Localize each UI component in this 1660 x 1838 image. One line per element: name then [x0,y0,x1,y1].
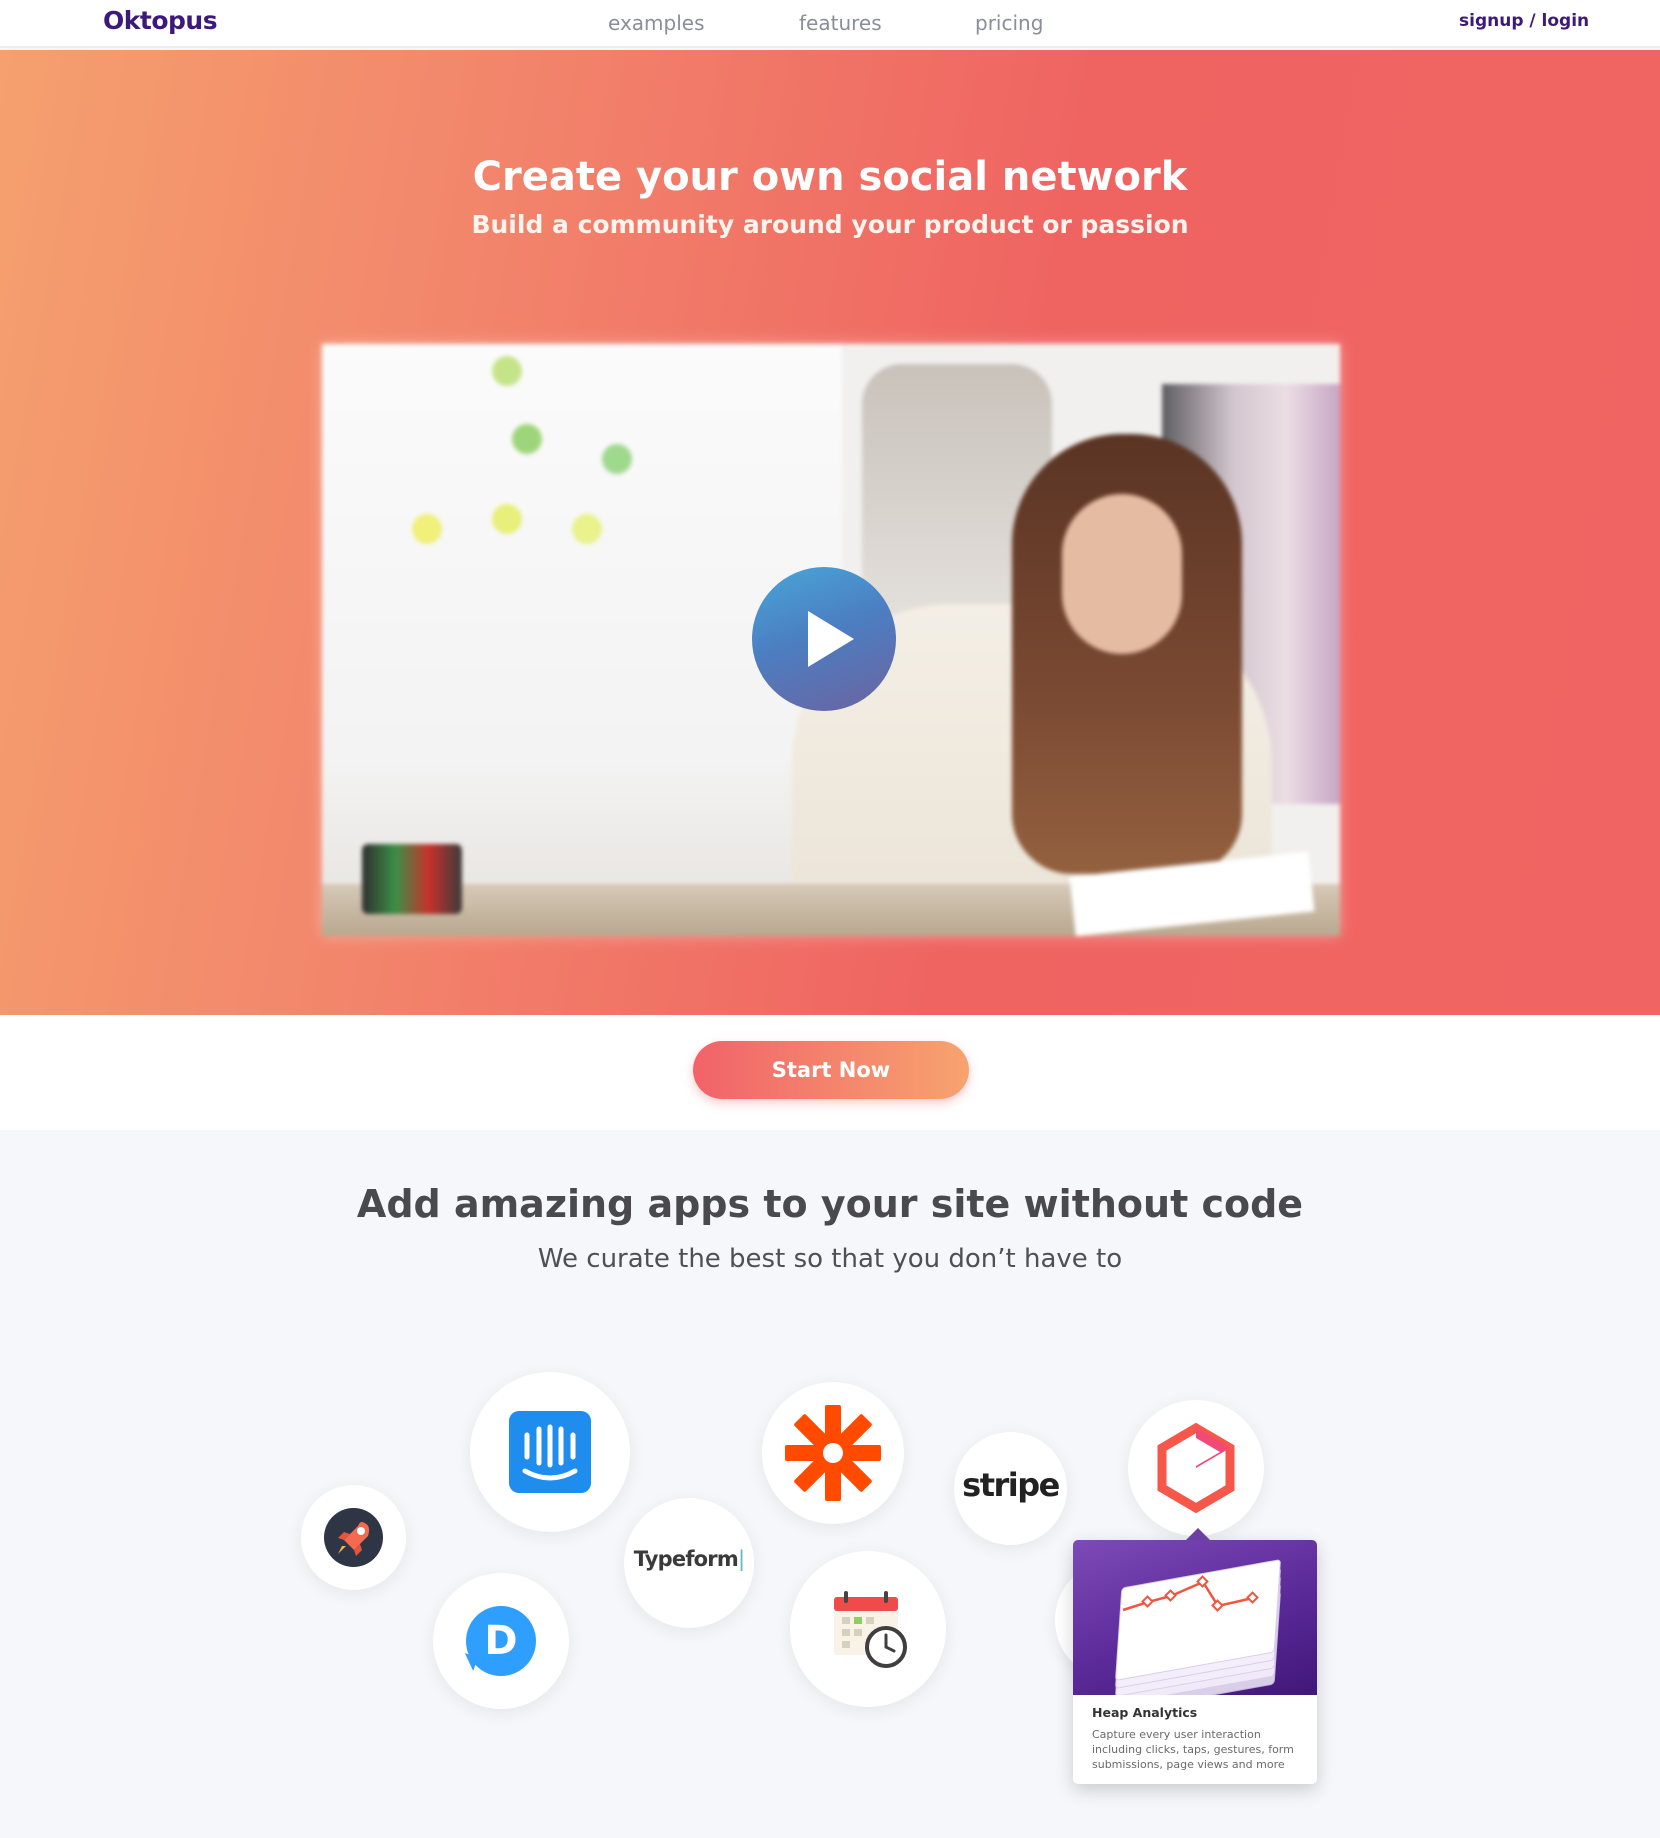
apps-section-title: Add amazing apps to your site without co… [356,1182,1304,1226]
app-bubble-intercom[interactable] [470,1372,630,1532]
hero-title: Create your own social network [472,154,1188,200]
app-tooltip-card: Heap Analytics Capture every user intera… [1073,1528,1317,1784]
video-bg-person-face [1062,494,1182,654]
video-bg-note [492,356,522,386]
disqus-letter: D [484,1618,518,1664]
top-nav-bar: Oktopus examples features pricing signup… [0,0,1660,48]
calendar-clock-icon [834,1591,907,1668]
typeform-cursor-icon: | [737,1547,745,1571]
zapier-icon [785,1405,881,1501]
video-bg-note [412,514,442,544]
play-button[interactable] [752,567,896,711]
typeform-logo: Typeform| [624,1547,754,1571]
app-bubble-rocket[interactable] [301,1485,406,1590]
app-bubble-stripe[interactable]: stripe [954,1432,1067,1545]
video-bg-pens [362,844,462,914]
tooltip-arrow [1186,1528,1210,1540]
cta-band: Start Now [0,1015,1660,1130]
line-chart-icon [1122,1575,1259,1612]
app-bubble-typeform[interactable]: Typeform| [624,1498,754,1628]
app-bubble-calendar[interactable] [790,1551,946,1707]
app-bubble-disqus[interactable]: D [433,1573,569,1709]
apps-section-subtitle: We curate the best so that you don’t hav… [537,1244,1123,1274]
app-bubble-heap[interactable] [1128,1400,1264,1536]
typeform-logo-text: Typeform [633,1547,739,1571]
nav-link-examples[interactable]: examples [608,11,705,35]
tooltip-description: Capture every user interaction including… [1092,1728,1294,1771]
hero-subtitle: Build a community around your product or… [471,210,1189,239]
start-now-button[interactable]: Start Now [693,1041,969,1099]
tooltip-title: Heap Analytics [1092,1705,1198,1720]
hero-section: Create your own social network Build a c… [0,50,1660,1015]
rocket-icon [324,1508,383,1567]
app-bubble-zapier[interactable] [762,1382,904,1524]
video-bg-note [492,504,522,534]
video-bg-note [572,514,602,544]
stripe-logo: stripe [962,1466,1060,1504]
signup-login-link[interactable]: signup / login [1459,11,1589,31]
nav-link-features[interactable]: features [799,11,882,35]
nav-link-pricing[interactable]: pricing [975,11,1043,35]
oktopus-logo[interactable]: Oktopus [103,6,218,35]
video-bg-note [512,424,542,454]
video-bg-note [602,444,632,474]
heap-icon [1157,1422,1235,1514]
heap-analytics-illustration [1073,1540,1317,1695]
play-icon [808,611,854,667]
intercom-icon [509,1411,591,1493]
